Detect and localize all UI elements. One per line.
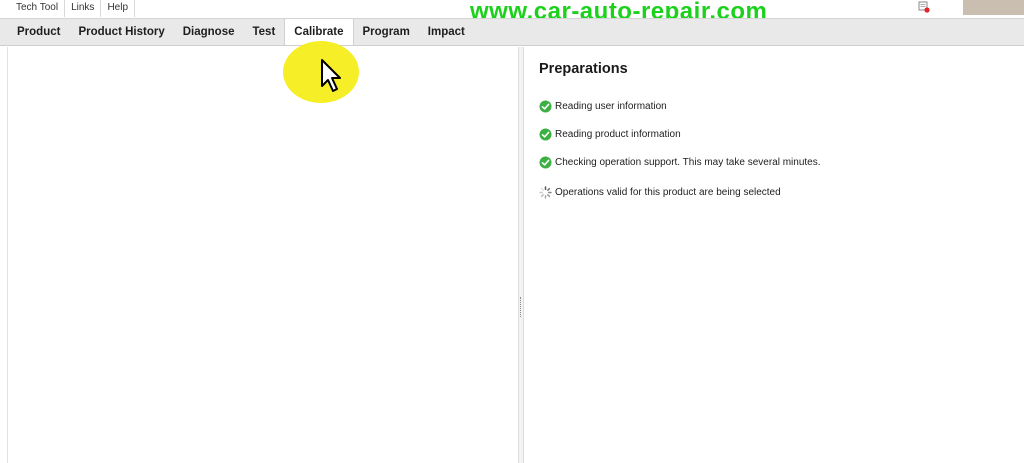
step-label: Reading user information — [555, 101, 667, 112]
menu-help[interactable]: Help — [101, 0, 136, 17]
tab-test[interactable]: Test — [243, 19, 284, 45]
corner-thumbnail — [963, 0, 1024, 15]
splitter-grip-handle[interactable] — [520, 297, 523, 317]
menu-links[interactable]: Links — [65, 0, 102, 17]
tab-diagnose[interactable]: Diagnose — [174, 19, 244, 45]
tab-program[interactable]: Program — [354, 19, 419, 45]
step-reading-product-information: Reading product information — [539, 128, 681, 141]
tab-impact[interactable]: Impact — [419, 19, 474, 45]
preparations-title: Preparations — [539, 61, 628, 77]
menu-tech-tool[interactable]: Tech Tool — [0, 0, 66, 17]
main-tab-bar: Product Product History Diagnose Test Ca… — [0, 18, 1024, 46]
operations-list-panel — [7, 47, 519, 463]
notification-icon[interactable] — [918, 1, 930, 13]
step-reading-user-information: Reading user information — [539, 100, 667, 113]
tab-product[interactable]: Product — [8, 19, 69, 45]
mouse-cursor-icon — [321, 59, 341, 92]
step-label: Checking operation support. This may tak… — [555, 157, 821, 168]
step-checking-operation-support: Checking operation support. This may tak… — [539, 156, 821, 169]
spinner-icon — [539, 186, 552, 199]
step-label: Reading product information — [555, 129, 681, 140]
check-circle-icon — [539, 128, 552, 141]
panel-splitter[interactable] — [519, 47, 524, 463]
preparations-panel: Preparations Reading user information Re… — [525, 47, 1024, 463]
app-window: Tech Tool Links Help www.car-auto-repair… — [0, 0, 1024, 463]
step-selecting-operations: Operations valid for this product are be… — [539, 186, 781, 199]
check-circle-icon — [539, 100, 552, 113]
tab-product-history[interactable]: Product History — [69, 19, 173, 45]
step-label: Operations valid for this product are be… — [555, 187, 781, 198]
check-circle-icon — [539, 156, 552, 169]
